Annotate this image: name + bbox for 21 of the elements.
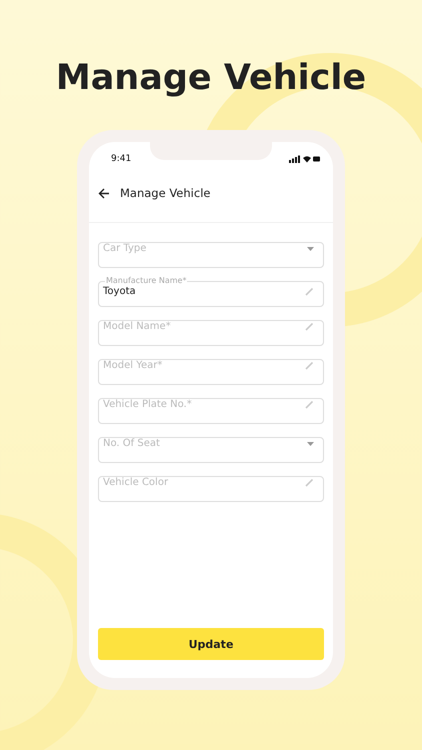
update-button[interactable]: Update [98, 628, 324, 660]
floating-label: Manufacture Name* [105, 276, 188, 286]
caret-icon [307, 246, 314, 250]
input-field[interactable]: Vehicle Color [98, 476, 324, 502]
status-time: 9:41 [111, 154, 132, 164]
pencil-icon [305, 322, 314, 331]
input-field[interactable]: Vehicle Plate No.* [98, 398, 324, 424]
input-field[interactable]: Model Name* [98, 320, 324, 346]
pencil-icon [305, 361, 314, 370]
back-icon[interactable] [98, 188, 110, 198]
input-field[interactable]: Model Year* [98, 359, 324, 385]
screen-title: Manage Vehicle [120, 186, 210, 200]
dropdown-field[interactable]: No. Of Seat [98, 437, 324, 463]
caret-icon [307, 442, 314, 446]
dropdown-field[interactable]: Car Type [98, 242, 324, 268]
pencil-icon [305, 287, 314, 296]
status-icons [289, 155, 321, 163]
pencil-icon [305, 400, 314, 409]
pencil-icon [305, 478, 314, 487]
page-headline: Manage Vehicle [56, 58, 366, 98]
input-field[interactable]: Manufacture Name* Toyota [98, 276, 324, 307]
